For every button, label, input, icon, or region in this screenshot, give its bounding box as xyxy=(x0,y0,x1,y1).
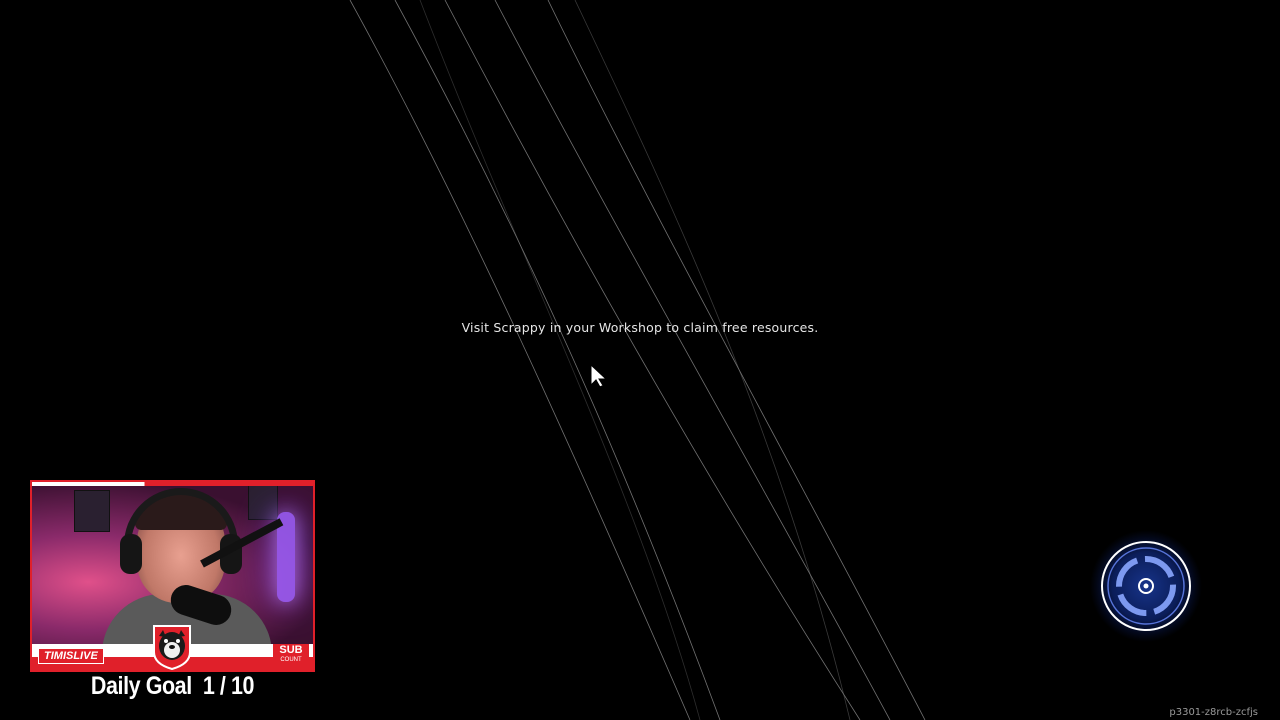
dog-mascot-logo xyxy=(153,625,191,670)
game-screen: Visit Scrappy in your Workshop to claim … xyxy=(0,0,1280,720)
channel-name: TIMISLIVE xyxy=(38,648,104,664)
mouse-pointer-icon xyxy=(590,364,608,388)
sub-count-label-bottom: COUNT xyxy=(280,657,302,663)
webcam-overlay: TIMISLIVE SUB COUNT xyxy=(30,480,315,672)
webcam-top-strip xyxy=(32,482,313,486)
sub-count-badge: SUB COUNT xyxy=(273,644,309,666)
sub-count-label-top: SUB xyxy=(279,644,303,656)
wall-poster xyxy=(248,484,278,520)
wall-poster xyxy=(74,490,110,532)
daily-goal-label: Daily Goal xyxy=(90,672,192,700)
loading-spinner-icon xyxy=(1090,530,1202,642)
loading-hint-text: Visit Scrappy in your Workshop to claim … xyxy=(461,320,819,335)
build-id-text: p3301-z8rcb-zcfjs xyxy=(1169,707,1258,718)
daily-goal-value: 1 / 10 xyxy=(202,672,255,700)
daily-goal-counter: Daily Goal 1 / 10 xyxy=(50,672,295,701)
headset-ear-cup xyxy=(120,534,142,574)
